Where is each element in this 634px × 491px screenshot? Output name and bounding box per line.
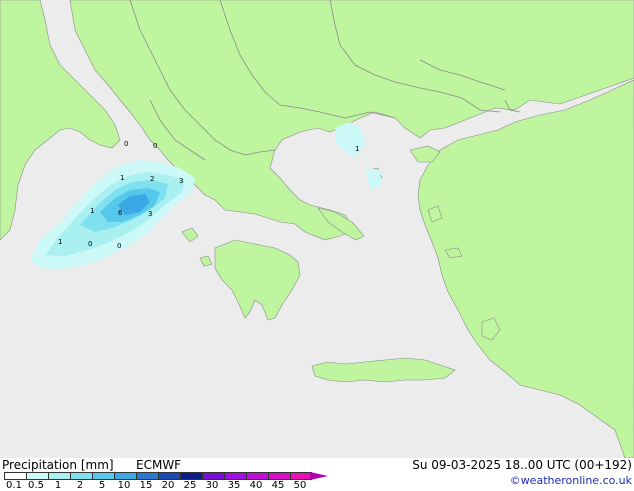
- color-scale-segment: [158, 472, 180, 480]
- color-scale-segment: [114, 472, 136, 480]
- rain-label: 2: [150, 175, 154, 183]
- rain-label: 3: [148, 210, 152, 218]
- color-scale-segment: [180, 472, 202, 480]
- color-scale-segment: [136, 472, 158, 480]
- color-scale-tick-label: 40: [249, 480, 263, 491]
- rain-label: 1: [58, 238, 62, 246]
- map-title: Precipitation [mm]: [2, 458, 114, 472]
- color-scale-arrow: [310, 472, 328, 480]
- rain-label: 6: [118, 209, 123, 217]
- rain-label: 0: [88, 240, 92, 248]
- rain-label: 1: [90, 207, 94, 215]
- color-scale-tick-label: 0.1: [6, 480, 22, 491]
- color-scale-tick-label: 5: [98, 480, 106, 491]
- source-credit[interactable]: ©weatheronline.co.uk: [510, 474, 632, 487]
- valid-datetime: Su 09-03-2025 18..00 UTC (00+192): [412, 458, 632, 472]
- rain-label: 0: [124, 140, 128, 148]
- color-scale-segment: [26, 472, 48, 480]
- color-scale-tick-label: 25: [183, 480, 197, 491]
- color-scale-segment: [290, 472, 312, 480]
- color-scale-tick-label: 45: [271, 480, 285, 491]
- color-scale-tick-label: 1: [54, 480, 62, 491]
- color-scale-segment: [70, 472, 92, 480]
- color-scale-tick-label: 50: [293, 480, 307, 491]
- color-scale-segment: [224, 472, 246, 480]
- color-scale-tick-label: 0.5: [28, 480, 44, 491]
- color-scale-tick-label: 10: [117, 480, 131, 491]
- rain-label: 0: [153, 142, 157, 150]
- precipitation-map: 0 0 1 2 3 1 6 3 1 0 0 1: [0, 0, 634, 458]
- color-scale-segment: [202, 472, 224, 480]
- rain-label: 1: [120, 174, 124, 182]
- rain-label: 0: [117, 242, 121, 250]
- rain-label: 1: [355, 145, 359, 153]
- model-name: ECMWF: [136, 458, 182, 472]
- color-scale-segment: [268, 472, 290, 480]
- color-scale-tick-label: 20: [161, 480, 175, 491]
- color-scale-segment: [4, 472, 26, 480]
- color-scale-tick-label: 15: [139, 480, 153, 491]
- color-scale-segment: [92, 472, 114, 480]
- rain-label: 3: [179, 177, 183, 185]
- color-scale-segment: [48, 472, 70, 480]
- color-scale-segment: [246, 472, 268, 480]
- legend-footer: Precipitation [mm] ECMWF Su 09-03-2025 1…: [0, 458, 634, 491]
- color-scale-tick-label: 2: [76, 480, 84, 491]
- color-scale-bar: [4, 472, 312, 480]
- color-scale-tick-label: 35: [227, 480, 241, 491]
- color-scale-tick-label: 30: [205, 480, 219, 491]
